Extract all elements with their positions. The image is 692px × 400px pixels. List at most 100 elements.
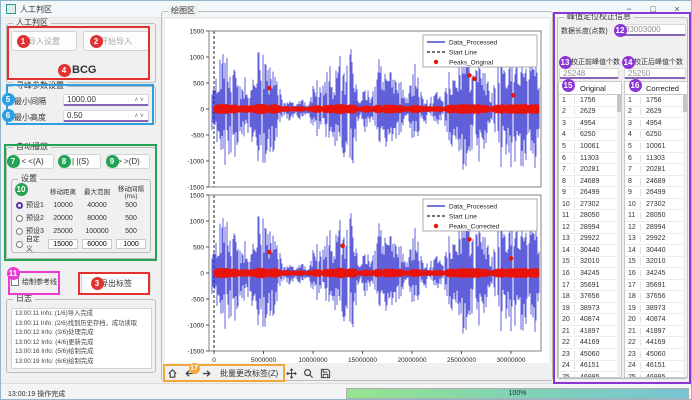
table-row[interactable]: 824689 xyxy=(559,176,621,188)
table-row[interactable]: 510061 xyxy=(559,141,621,153)
annotation-circle-3: 3 xyxy=(91,277,104,290)
svg-text:-500: -500 xyxy=(191,132,204,139)
preset-row-自定义: 自定义 xyxy=(12,238,150,250)
annotation-circle-1: 1 xyxy=(17,35,30,48)
table-row[interactable]: 1938973 xyxy=(625,303,687,315)
save-icon[interactable] xyxy=(319,367,332,380)
peaks-before-field[interactable]: 25248 xyxy=(559,68,619,79)
table-row[interactable]: 1837656 xyxy=(625,291,687,303)
peaks-after-field[interactable]: 25250 xyxy=(624,68,686,79)
preset-value: 100000 xyxy=(80,228,114,235)
table-row[interactable]: 22629 xyxy=(625,107,687,119)
corrected-peaks-table[interactable]: Corrected1175622629349544625051006161130… xyxy=(624,81,688,378)
autoplay-group-label: 自动播放 xyxy=(13,142,51,152)
original-peaks-table[interactable]: Original 11756226293495446250510061611303… xyxy=(558,81,622,378)
preset-radio[interactable] xyxy=(16,241,23,248)
table-row[interactable]: 2244169 xyxy=(559,337,621,349)
table-row[interactable]: 1027302 xyxy=(559,199,621,211)
table-row[interactable]: 2040874 xyxy=(625,314,687,326)
table-row[interactable]: 11756 xyxy=(625,95,687,107)
correction-info-label: 峰值定位校正信息 xyxy=(564,12,634,22)
table-row[interactable]: 2546995 xyxy=(625,372,687,378)
annotation-circle-10: 10 xyxy=(15,183,28,196)
table-row[interactable]: 2141897 xyxy=(625,326,687,338)
min-height-input[interactable]: 0.50 ∧∨ xyxy=(63,110,149,122)
spinner-icon[interactable]: ∧∨ xyxy=(134,112,145,119)
preset-value: 40000 xyxy=(80,202,114,209)
table-row[interactable]: 510061 xyxy=(625,141,687,153)
log-textarea[interactable]: 13:00:11 Info: (1/6)导入完成13:00:11 Info: (… xyxy=(11,308,152,369)
table-row[interactable]: 824689 xyxy=(625,176,687,188)
table-row[interactable]: 2040874 xyxy=(559,314,621,326)
svg-text:Start Line: Start Line xyxy=(449,50,477,57)
svg-text:0: 0 xyxy=(200,270,204,277)
table-row[interactable]: 2141897 xyxy=(559,326,621,338)
table-row[interactable]: 2345060 xyxy=(625,349,687,361)
table-row[interactable]: 720281 xyxy=(559,164,621,176)
table-row[interactable]: 1128050 xyxy=(625,210,687,222)
table-row[interactable]: 1228994 xyxy=(559,222,621,234)
table-row[interactable]: 34954 xyxy=(559,118,621,130)
table-row[interactable]: 1430440 xyxy=(559,245,621,257)
preset-radio[interactable] xyxy=(16,215,23,222)
spinner-icon[interactable]: ∧∨ xyxy=(134,96,145,103)
table-header: Original xyxy=(575,84,621,93)
table-row[interactable]: 1329922 xyxy=(625,234,687,246)
table-row[interactable]: 34954 xyxy=(625,118,687,130)
table-row[interactable]: 22629 xyxy=(559,107,621,119)
maximize-button[interactable]: □ xyxy=(641,1,665,17)
custom-value-input[interactable] xyxy=(82,239,112,249)
min-interval-input[interactable]: 1000.00 ∧∨ xyxy=(63,94,149,106)
table-row[interactable]: 1634245 xyxy=(559,268,621,280)
custom-value-input[interactable] xyxy=(48,239,78,249)
home-icon[interactable] xyxy=(166,367,179,380)
peaks-after-value: 25250 xyxy=(628,69,650,78)
table-row[interactable]: 1938973 xyxy=(559,303,621,315)
table-row[interactable]: 1735691 xyxy=(625,280,687,292)
table-row[interactable]: 11756 xyxy=(559,95,621,107)
table-row[interactable]: 1735691 xyxy=(559,280,621,292)
table-row[interactable]: 1532010 xyxy=(625,257,687,269)
table-row[interactable]: 1837656 xyxy=(559,291,621,303)
svg-text:-1500: -1500 xyxy=(187,348,204,355)
preset-radio[interactable] xyxy=(16,202,23,209)
table-row[interactable]: 1634245 xyxy=(625,268,687,280)
table-row[interactable]: 611303 xyxy=(559,153,621,165)
svg-text:-1500: -1500 xyxy=(187,184,204,191)
table-scrollbar[interactable] xyxy=(617,94,621,377)
table-row[interactable]: 1128050 xyxy=(559,210,621,222)
table-row[interactable]: 1228994 xyxy=(625,222,687,234)
table-row[interactable]: 2446151 xyxy=(625,361,687,373)
table-scrollbar[interactable] xyxy=(683,94,687,377)
custom-value-input[interactable] xyxy=(116,239,146,249)
table-row[interactable]: 720281 xyxy=(625,164,687,176)
forward-icon[interactable] xyxy=(200,367,213,380)
preset-value: 500 xyxy=(114,228,148,235)
table-row[interactable]: 926499 xyxy=(625,187,687,199)
table-row[interactable]: 1532010 xyxy=(559,257,621,269)
table-row[interactable]: 1430440 xyxy=(625,245,687,257)
signal-plots[interactable]: 150010005000-500-1000-1500Data_Processed… xyxy=(165,19,549,363)
pan-icon[interactable] xyxy=(285,367,298,380)
table-row[interactable]: 2345060 xyxy=(559,349,621,361)
table-row[interactable]: 46250 xyxy=(559,130,621,142)
move-settings-group: 设置 移动距离最大范围移动间隔(ms)预设11000040000500预设220… xyxy=(11,179,151,253)
svg-text:-1000: -1000 xyxy=(187,322,204,329)
svg-text:0: 0 xyxy=(212,357,216,363)
table-row[interactable]: 1329922 xyxy=(559,234,621,246)
table-row[interactable]: 1027302 xyxy=(625,199,687,211)
table-row[interactable]: 926499 xyxy=(559,187,621,199)
svg-text:25000000: 25000000 xyxy=(447,357,476,363)
zoom-icon[interactable] xyxy=(302,367,315,380)
preset-col-header: 移动间隔(ms) xyxy=(114,183,148,200)
close-button[interactable]: × xyxy=(665,1,689,17)
table-row[interactable]: 2546995 xyxy=(559,372,621,378)
batch-edit-label[interactable]: 批量更改标签(Z) xyxy=(220,368,278,379)
preset-value: 20000 xyxy=(46,215,80,222)
table-row[interactable]: 2244169 xyxy=(625,337,687,349)
table-row[interactable]: 46250 xyxy=(625,130,687,142)
data-length-field[interactable]: 33003000 xyxy=(621,24,686,36)
log-group: 日志 13:00:11 Info: (1/6)导入完成13:00:11 Info… xyxy=(6,299,156,373)
table-row[interactable]: 2446151 xyxy=(559,361,621,373)
table-row[interactable]: 611303 xyxy=(625,153,687,165)
